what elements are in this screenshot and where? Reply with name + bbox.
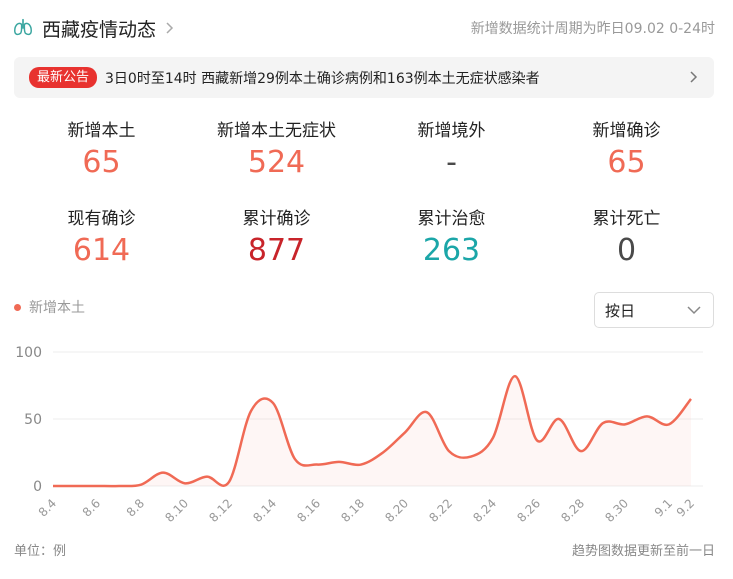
stat-label: 新增本土无症状 [217, 121, 336, 141]
period-note: 新增数据统计周期为昨日09.02 0-24时 [470, 21, 715, 37]
stat-value: 65 [82, 145, 121, 180]
granularity-select[interactable]: 按日 [594, 292, 714, 328]
x-tick-label: 9.2 [674, 496, 697, 519]
stat-label: 累计确诊 [242, 209, 311, 229]
update-note: 趋势图数据更新至前一日 [571, 544, 715, 559]
x-tick-label: 9.1 [652, 496, 675, 519]
stat-value: 263 [422, 233, 481, 268]
select-value: 按日 [605, 301, 636, 320]
stat-value: 65 [607, 145, 646, 180]
stat-label: 现有确诊 [67, 209, 136, 229]
stat-value: - [446, 145, 457, 180]
notice-badge: 最新公告 [29, 67, 98, 88]
stat-total-confirmed: 累计确诊 877 [189, 206, 364, 270]
x-tick-label: 8.24 [470, 496, 499, 525]
stat-label: 新增境外 [417, 121, 486, 141]
x-tick-label: 8.22 [426, 496, 455, 525]
stat-label: 累计死亡 [592, 209, 661, 229]
x-tick-label: 8.14 [250, 496, 279, 525]
x-tick-label: 8.12 [206, 496, 235, 525]
x-tick-label: 8.16 [294, 496, 323, 525]
page-title[interactable]: 西藏疫情动态 [42, 15, 156, 42]
stat-label: 累计治愈 [417, 209, 486, 229]
x-tick-label: 8.20 [382, 496, 411, 525]
x-tick-label: 8.10 [162, 496, 191, 525]
x-tick-label: 8.26 [514, 496, 543, 525]
x-tick-label: 8.8 [124, 496, 147, 519]
chart-legend: 新增本土 [14, 297, 85, 317]
stat-label: 新增确诊 [592, 121, 661, 141]
stat-new-local: 新增本土 65 [14, 118, 189, 182]
x-tick-label: 8.18 [338, 496, 367, 525]
chevron-down-icon [687, 306, 701, 315]
stat-total-recovered: 累计治愈 263 [364, 206, 539, 270]
x-tick-label: 8.30 [602, 496, 631, 525]
stat-value: 877 [247, 233, 306, 268]
x-tick-label: 8.4 [36, 496, 59, 519]
y-tick-label: 50 [24, 412, 42, 428]
stat-new-confirmed: 新增确诊 65 [539, 118, 714, 182]
stat-new-imported: 新增境外 - [364, 118, 539, 182]
stat-label: 新增本土 [67, 121, 136, 141]
chevron-right-icon[interactable] [162, 21, 176, 35]
stat-value: 524 [247, 145, 306, 180]
lungs-icon [14, 18, 32, 36]
legend-dot [14, 303, 21, 311]
header: 西藏疫情动态 新增数据统计周期为昨日09.02 0-24时 [12, 12, 715, 44]
trend-line-chart: 0 50 100 8.4 8.6 8.8 8.10 8.12 8.14 8.16 8.18 8.20 8… [15, 345, 703, 525]
x-tick-label: 8.6 [80, 496, 103, 519]
stat-current-confirmed: 现有确诊 614 [14, 206, 189, 270]
stat-value: 0 [616, 233, 637, 268]
notice-text: 3日0时至14时 西藏新增29例本土确诊病例和163例本土无症状感染者 [105, 70, 540, 87]
stat-value: 614 [72, 233, 131, 268]
stat-new-asymptomatic: 新增本土无症状 524 [189, 118, 364, 182]
notice-banner[interactable]: 最新公告 3日0时至14时 西藏新增29例本土确诊病例和163例本土无症状感染者 [14, 57, 714, 98]
x-tick-label: 8.28 [558, 496, 587, 525]
chevron-right-icon[interactable] [686, 70, 700, 84]
y-tick-label: 100 [15, 345, 42, 361]
y-tick-label: 0 [33, 479, 42, 495]
unit-label: 单位：例 [14, 544, 67, 559]
legend-label: 新增本土 [29, 300, 85, 316]
stat-total-deaths: 累计死亡 0 [539, 206, 714, 270]
